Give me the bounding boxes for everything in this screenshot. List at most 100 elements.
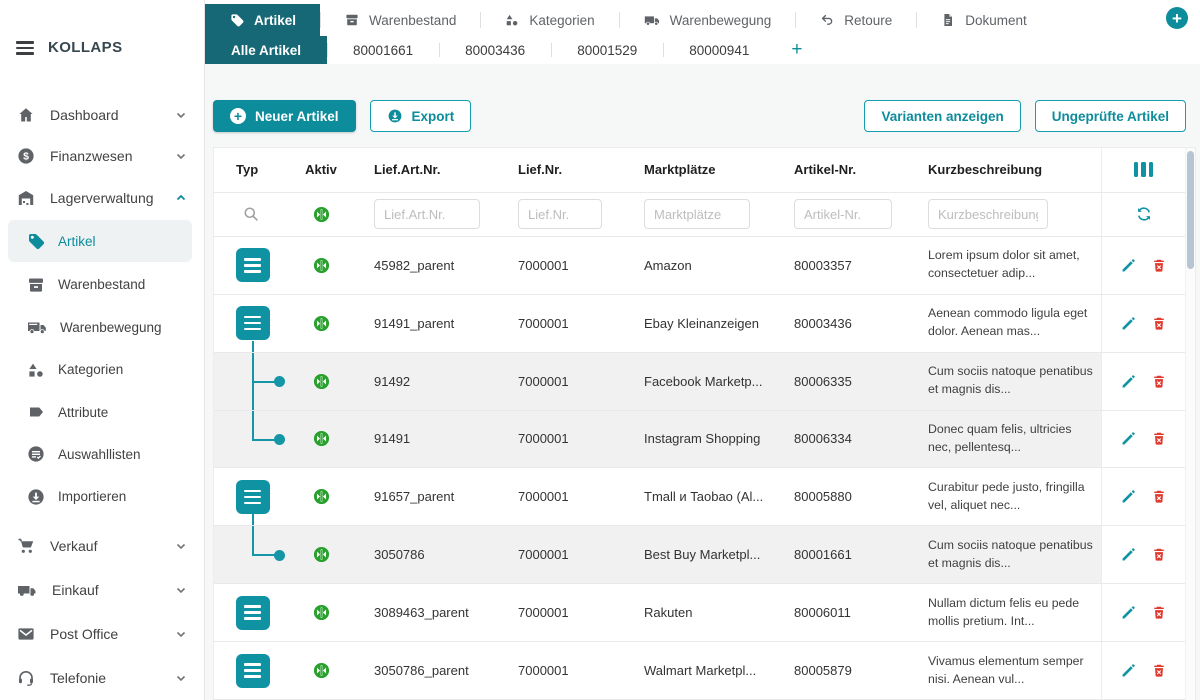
search-icon[interactable] <box>242 205 260 223</box>
sidebar-item-finanzwesen[interactable]: $ Finanzwesen <box>0 135 204 176</box>
subtab-80003436[interactable]: 80003436 <box>439 36 551 64</box>
tab-artikel[interactable]: Artikel <box>205 4 320 36</box>
table-row[interactable]: 91491_parent 7000001 Ebay Kleinanzeigen … <box>214 295 1195 353</box>
edit-pencil-icon[interactable] <box>1120 257 1137 274</box>
parent-article-list-icon[interactable] <box>236 306 270 340</box>
active-status-icon <box>313 315 330 332</box>
chevron-down-icon <box>174 583 188 597</box>
edit-pencil-icon[interactable] <box>1120 430 1137 447</box>
shipping-truck-icon <box>643 12 661 28</box>
delete-trash-icon[interactable] <box>1151 257 1167 274</box>
delete-trash-icon[interactable] <box>1151 546 1167 563</box>
tag-icon <box>26 231 46 251</box>
export-button[interactable]: Export <box>370 100 472 132</box>
delete-trash-icon[interactable] <box>1151 662 1167 679</box>
finance-dollar-icon: $ <box>16 146 36 166</box>
table-row[interactable]: 3050786_parent 7000001 Walmart Marketpl.… <box>214 642 1195 700</box>
sidebar-item-kategorien[interactable]: Kategorien <box>0 349 204 391</box>
table-row[interactable]: 91657_parent 7000001 Tmall и Taobao (Al.… <box>214 468 1195 526</box>
active-status-icon <box>313 604 330 621</box>
sidebar-item-attribute[interactable]: Attribute <box>0 391 204 433</box>
chevron-down-icon <box>174 539 188 553</box>
sidebar-item-lagerverwaltung[interactable]: Lagerverwaltung <box>0 177 204 218</box>
columns-icon[interactable] <box>1134 162 1154 177</box>
artikel-nr-cell: 80006334 <box>774 431 908 446</box>
new-article-button[interactable]: + Neuer Artikel <box>213 100 356 132</box>
typ-cell <box>214 306 288 340</box>
col-header-kurzbeschreibung[interactable]: Kurzbeschreibung <box>908 162 1101 177</box>
sidebar-item-post-office[interactable]: Post Office <box>0 612 204 656</box>
col-header-typ[interactable]: Typ <box>214 162 288 177</box>
kurzbeschreibung-cell: Vivamus elementum semper nisi. Aenean vu… <box>908 653 1101 689</box>
edit-pencil-icon[interactable] <box>1120 488 1137 505</box>
subtab-80001661[interactable]: 80001661 <box>327 36 439 64</box>
delete-trash-icon[interactable] <box>1151 373 1167 390</box>
delete-trash-icon[interactable] <box>1151 315 1167 332</box>
add-subtab-button[interactable]: + <box>775 36 818 64</box>
export-download-icon <box>387 108 403 124</box>
col-header-artikel-nr[interactable]: Artikel-Nr. <box>774 162 908 177</box>
aktiv-cell <box>288 373 354 390</box>
mail-icon <box>16 624 36 644</box>
row-actions-cell <box>1101 526 1185 583</box>
kurzbeschreibung-filter-input[interactable] <box>928 199 1048 229</box>
tab-dokument[interactable]: Dokument <box>916 4 1051 36</box>
show-variants-button[interactable]: Varianten anzeigen <box>864 100 1020 132</box>
delete-trash-icon[interactable] <box>1151 430 1167 447</box>
add-tab-button[interactable]: + <box>1166 7 1188 29</box>
table-scrollbar[interactable] <box>1185 148 1195 700</box>
delete-trash-icon[interactable] <box>1151 604 1167 621</box>
unverified-articles-button[interactable]: Ungeprüfte Artikel <box>1035 100 1186 132</box>
sidebar-item-warenbewegung[interactable]: Warenbewegung <box>0 306 204 348</box>
parent-article-list-icon[interactable] <box>236 596 270 630</box>
tab-warenbestand[interactable]: Warenbestand <box>320 4 480 36</box>
chevron-up-icon <box>174 191 188 205</box>
subtab-alle-artikel[interactable]: Alle Artikel <box>205 36 327 64</box>
subtab-80001529[interactable]: 80001529 <box>551 36 663 64</box>
edit-pencil-icon[interactable] <box>1120 604 1137 621</box>
active-status-filter-icon[interactable] <box>313 206 330 223</box>
edit-pencil-icon[interactable] <box>1120 662 1137 679</box>
sidebar-item-auswahllisten[interactable]: Auswahllisten <box>0 433 204 475</box>
marktplaetze-filter-input[interactable] <box>644 199 750 229</box>
col-header-aktiv[interactable]: Aktiv <box>288 162 354 177</box>
sidebar-item-verkauf[interactable]: Verkauf <box>0 524 204 568</box>
main-area: Artikel Warenbestand Kategorien Warenbew… <box>205 0 1200 700</box>
col-header-lief-art-nr[interactable]: Lief.Art.Nr. <box>354 162 498 177</box>
table-row[interactable]: 45982_parent 7000001 Amazon 80003357 Lor… <box>214 237 1195 295</box>
typ-cell <box>214 654 288 688</box>
kurzbeschreibung-cell: Cum sociis natoque penatibus et magnis d… <box>908 363 1101 399</box>
tab-warenbewegung[interactable]: Warenbewegung <box>619 4 796 36</box>
lief-art-nr-filter-input[interactable] <box>374 199 480 229</box>
table-row[interactable]: 91492 7000001 Facebook Marketp... 800063… <box>214 353 1195 411</box>
refresh-icon[interactable] <box>1135 205 1153 223</box>
table-row[interactable]: 3050786 7000001 Best Buy Marketpl... 800… <box>214 526 1195 584</box>
sidebar-item-einkauf[interactable]: Einkauf <box>0 568 204 612</box>
parent-article-list-icon[interactable] <box>236 480 270 514</box>
parent-article-list-icon[interactable] <box>236 654 270 688</box>
plus-icon: + <box>230 108 246 124</box>
sidebar-item-telefonie[interactable]: Telefonie <box>0 656 204 700</box>
menu-hamburger-icon[interactable] <box>16 41 34 55</box>
tab-kategorien[interactable]: Kategorien <box>480 4 618 36</box>
table-row[interactable]: 91491 7000001 Instagram Shopping 8000633… <box>214 411 1195 469</box>
tab-retoure[interactable]: Retoure <box>795 4 916 36</box>
col-header-marktplaetze[interactable]: Marktplätze <box>624 162 774 177</box>
subtab-80000941[interactable]: 80000941 <box>663 36 775 64</box>
table-row[interactable]: 3089463_parent 7000001 Rakuten 80006011 … <box>214 584 1195 642</box>
artikel-nr-cell: 80005880 <box>774 489 908 504</box>
delete-trash-icon[interactable] <box>1151 488 1167 505</box>
sidebar-item-artikel[interactable]: Artikel <box>8 220 192 261</box>
logo-row: KOLLAPS <box>0 30 204 66</box>
sidebar-item-dashboard[interactable]: Dashboard <box>0 94 204 135</box>
col-header-lief-nr[interactable]: Lief.Nr. <box>498 162 624 177</box>
edit-pencil-icon[interactable] <box>1120 315 1137 332</box>
lief-nr-filter-input[interactable] <box>518 199 602 229</box>
artikel-nr-filter-input[interactable] <box>794 199 892 229</box>
sidebar-item-warenbestand[interactable]: Warenbestand <box>0 264 204 306</box>
parent-article-list-icon[interactable] <box>236 248 270 282</box>
sidebar-item-importieren[interactable]: Importieren <box>0 476 204 518</box>
scrollbar-thumb[interactable] <box>1187 151 1194 269</box>
edit-pencil-icon[interactable] <box>1120 373 1137 390</box>
edit-pencil-icon[interactable] <box>1120 546 1137 563</box>
